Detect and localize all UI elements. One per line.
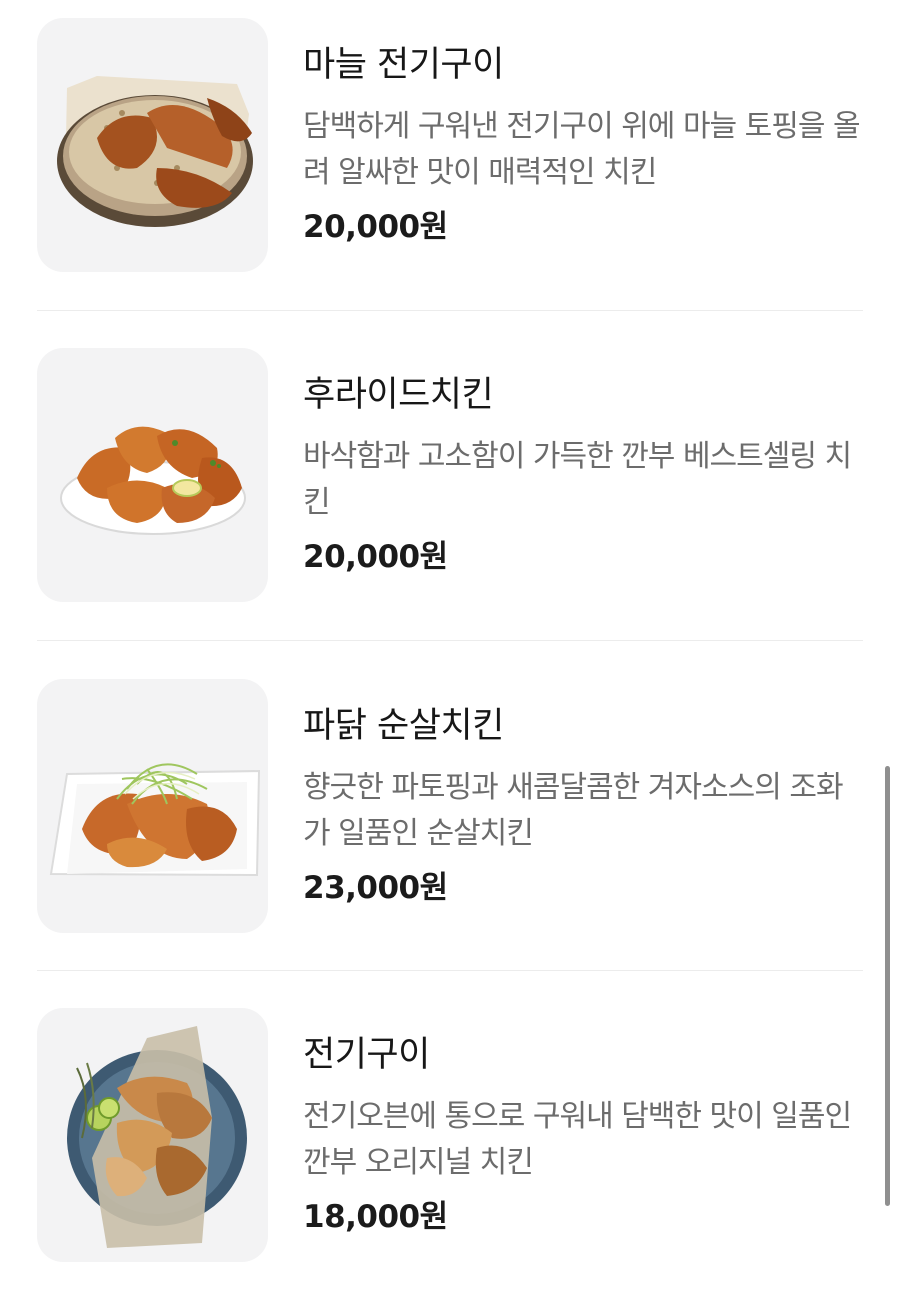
menu-item-price: 20,000원	[303, 539, 448, 575]
menu-item-image	[37, 679, 268, 933]
menu-item-name: 마늘 전기구이	[303, 45, 504, 85]
menu-item-image	[37, 1008, 268, 1262]
divider	[37, 640, 863, 641]
menu-item-image	[37, 18, 268, 272]
menu-item-price: 23,000원	[303, 870, 448, 906]
divider	[37, 970, 863, 971]
menu-item-price: 18,000원	[303, 1199, 448, 1235]
menu-item[interactable]: 마늘 전기구이 담백하게 구워낸 전기구이 위에 마늘 토핑을 올려 알싸한 맛…	[37, 18, 863, 272]
menu-item-description: 담백하게 구워낸 전기구이 위에 마늘 토핑을 올려 알싸한 맛이 매력적인 치…	[303, 109, 861, 190]
menu-item-image	[37, 348, 268, 602]
menu-item-info: 마늘 전기구이 담백하게 구워낸 전기구이 위에 마늘 토핑을 올려 알싸한 맛…	[303, 40, 865, 250]
menu-item-name: 전기구이	[303, 1035, 430, 1075]
menu-item[interactable]: 후라이드치킨 바삭함과 고소함이 가득한 깐부 베스트셀링 치킨 20,000원	[37, 348, 863, 602]
scallion-boneless-chicken-image	[49, 763, 261, 877]
menu-item-description: 향긋한 파토핑과 새콤달콤한 겨자소스의 조화가 일품인 순살치킨	[303, 770, 844, 851]
menu-item-name: 후라이드치킨	[303, 375, 494, 415]
garlic-roast-chicken-image	[57, 76, 253, 227]
roast-chicken-image	[67, 1026, 247, 1248]
menu-item-description: 전기오븐에 통으로 구워내 담백한 맛이 일품인 깐부 오리지널 치킨	[303, 1099, 852, 1180]
menu-item-info: 전기구이 전기오븐에 통으로 구워내 담백한 맛이 일품인 깐부 오리지널 치킨…	[303, 1030, 865, 1240]
menu-item-info: 파닭 순살치킨 향긋한 파토핑과 새콤달콤한 겨자소스의 조화가 일품인 순살치…	[303, 701, 865, 911]
menu-item-price: 20,000원	[303, 209, 448, 245]
menu-list: 마늘 전기구이 담백하게 구워낸 전기구이 위에 마늘 토핑을 올려 알싸한 맛…	[0, 0, 900, 1298]
divider	[37, 310, 863, 311]
menu-item-info: 후라이드치킨 바삭함과 고소함이 가득한 깐부 베스트셀링 치킨 20,000원	[303, 370, 865, 580]
menu-item-name: 파닭 순살치킨	[303, 706, 504, 746]
scrollbar[interactable]	[885, 766, 890, 1206]
fried-chicken-image	[60, 426, 246, 535]
menu-item[interactable]: 파닭 순살치킨 향긋한 파토핑과 새콤달콤한 겨자소스의 조화가 일품인 순살치…	[37, 679, 863, 933]
menu-item[interactable]: 전기구이 전기오븐에 통으로 구워내 담백한 맛이 일품인 깐부 오리지널 치킨…	[37, 1008, 863, 1262]
menu-item-description: 바삭함과 고소함이 가득한 깐부 베스트셀링 치킨	[303, 439, 852, 520]
